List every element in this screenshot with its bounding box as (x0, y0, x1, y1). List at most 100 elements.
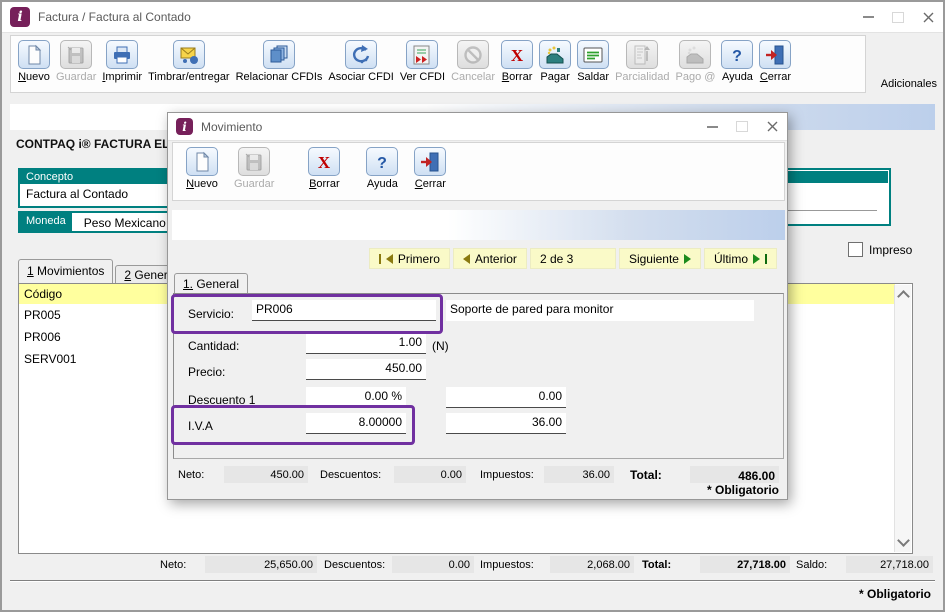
maximize-button (883, 2, 913, 32)
record-position-label: 2 de 3 (539, 251, 574, 266)
printer-icon (114, 46, 131, 63)
dialog-button-cerrar[interactable]: Cerrar (411, 147, 449, 190)
main-obligatorio-note: * Obligatorio (859, 587, 931, 601)
servicio-description-field[interactable]: Soporte de pared para monitor (446, 300, 754, 321)
cancel-icon (464, 45, 482, 64)
toolbar-label: Guardar (56, 71, 97, 83)
cantidad-field[interactable]: 1.00 (306, 333, 426, 354)
toolbar-label: Pago @ (675, 71, 716, 83)
scroll-up-icon[interactable] (896, 290, 910, 303)
exit-door-icon (766, 45, 784, 64)
settle-icon (583, 47, 603, 62)
nav-last-button[interactable]: Último (703, 248, 777, 269)
total-value: 27,718.00 (700, 556, 790, 573)
contpaq-logo-icon: i (10, 7, 30, 27)
impreso-checkbox[interactable] (848, 242, 863, 257)
minimize-icon (862, 16, 874, 18)
app-window: i Factura / Factura al Contado Nuevo Gua… (0, 0, 945, 612)
total-label: Total: (630, 468, 662, 482)
minimize-button[interactable] (853, 2, 883, 32)
movimiento-form: Servicio: PR006 Soporte de pared para mo… (173, 293, 784, 459)
iva-rate-field[interactable]: 8.00000 (306, 413, 406, 434)
toolbar-label: Asociar CFDI (328, 71, 394, 83)
previous-record-icon (462, 253, 470, 264)
toolbar-button-asociar-cfdi[interactable]: Asociar CFDI (325, 40, 396, 83)
nav-next-button[interactable]: Siguiente (618, 248, 701, 269)
save-icon (67, 46, 84, 63)
impuestos-label: Impuestos: (480, 559, 534, 571)
nav-first-button[interactable]: Primero (368, 248, 450, 269)
descuentos-label: Descuentos: (320, 469, 382, 481)
toolbar-button-ayuda[interactable]: ? Ayuda (718, 40, 756, 83)
maximize-icon (892, 11, 904, 23)
main-toolbar: Nuevo Guardar Imprimir Timbrar/entregar … (10, 35, 866, 93)
dialog-titlebar: i Movimiento (168, 113, 787, 141)
svg-text:?: ? (733, 48, 743, 65)
total-value: 486.00 (690, 466, 779, 483)
window-title: Factura / Factura al Contado (38, 10, 191, 24)
close-button[interactable] (913, 2, 943, 32)
iva-label: I.V.A (188, 419, 213, 433)
first-record-icon (385, 253, 393, 264)
first-record-icon (378, 253, 381, 264)
last-record-icon (765, 253, 767, 264)
neto-value: 25,650.00 (205, 556, 317, 573)
dialog-close-button[interactable] (757, 113, 787, 140)
toolbar-button-borrar[interactable]: X Borrar (498, 40, 536, 83)
movimiento-dialog: i Movimiento Nuevo Guardar X Borrar ? Ay… (167, 112, 788, 500)
toolbar-label: Guardar (234, 178, 275, 190)
next-record-icon (683, 253, 691, 264)
descuento1-percent-field[interactable]: 0.00 % (306, 387, 406, 408)
toolbar-button-pagar[interactable]: Pagar (536, 40, 574, 83)
toolbar-button-saldar[interactable]: Saldar (574, 40, 612, 83)
toolbar-button-imprimir[interactable]: Imprimir (99, 40, 145, 83)
close-icon (767, 121, 777, 132)
cantidad-unit-suffix: (N) (432, 339, 449, 353)
adicionales-label[interactable]: Adicionales (881, 78, 937, 90)
dialog-button-borrar[interactable]: X Borrar (305, 147, 343, 190)
scroll-down-icon[interactable] (896, 534, 910, 547)
record-navigator: Primero Anterior 2 de 3 Siguiente Último (368, 248, 777, 269)
servicio-field[interactable]: PR006 (252, 300, 436, 321)
toolbar-button-nuevo[interactable]: Nuevo (15, 40, 53, 83)
dialog-window-controls (697, 113, 787, 140)
saldo-value: 27,718.00 (846, 556, 933, 573)
toolbar-label: Cerrar (414, 178, 446, 190)
iva-amount-field[interactable]: 36.00 (446, 413, 566, 434)
saldo-label: Saldo: (796, 559, 828, 571)
delete-x-icon: X (318, 153, 331, 172)
moneda-value[interactable]: Peso Mexicano (72, 213, 166, 231)
minimize-icon (706, 125, 718, 128)
moneda-chip: Moneda (20, 213, 72, 231)
dialog-button-guardar: Guardar (231, 147, 277, 190)
toolbar-button-timbrar[interactable]: Timbrar/entregar (145, 40, 233, 83)
toolbar-button-relacionar-cfdis[interactable]: Relacionar CFDIs (233, 40, 326, 83)
nav-previous-button[interactable]: Anterior (452, 248, 527, 269)
contpaq-logo-icon: i (176, 118, 193, 135)
cantidad-label: Cantidad: (188, 339, 240, 353)
precio-field[interactable]: 450.00 (306, 359, 426, 380)
dialog-gradient-band (172, 210, 785, 240)
main-titlebar: i Factura / Factura al Contado (2, 2, 943, 33)
toolbar-label: Timbrar/entregar (148, 71, 230, 83)
toolbar-button-ver-cfdi[interactable]: Ver CFDI (397, 40, 448, 83)
tab-general[interactable]: 1. General (174, 273, 249, 294)
toolbar-label: Saldar (577, 71, 609, 83)
stamp-deliver-icon (180, 47, 198, 64)
descuento1-label: Descuento 1 (188, 393, 256, 407)
dialog-button-ayuda[interactable]: ? Ayuda (363, 147, 401, 190)
pay-at-icon (686, 46, 704, 63)
dialog-button-nuevo[interactable]: Nuevo (183, 147, 221, 190)
descuento1-amount-field[interactable]: 0.00 (446, 387, 566, 408)
associate-cfdi-icon (353, 44, 370, 63)
dialog-minimize-button[interactable] (697, 113, 727, 140)
toolbar-button-cerrar[interactable]: Cerrar (756, 40, 794, 83)
svg-text:X: X (318, 153, 331, 172)
help-icon: ? (733, 48, 743, 65)
partial-payment-icon (634, 45, 651, 64)
nav-label: Último (713, 251, 748, 266)
vertical-scrollbar[interactable] (894, 285, 911, 552)
view-cfdi-icon (413, 45, 430, 64)
dialog-maximize-button (727, 113, 757, 140)
delete-x-icon: X (511, 46, 524, 65)
